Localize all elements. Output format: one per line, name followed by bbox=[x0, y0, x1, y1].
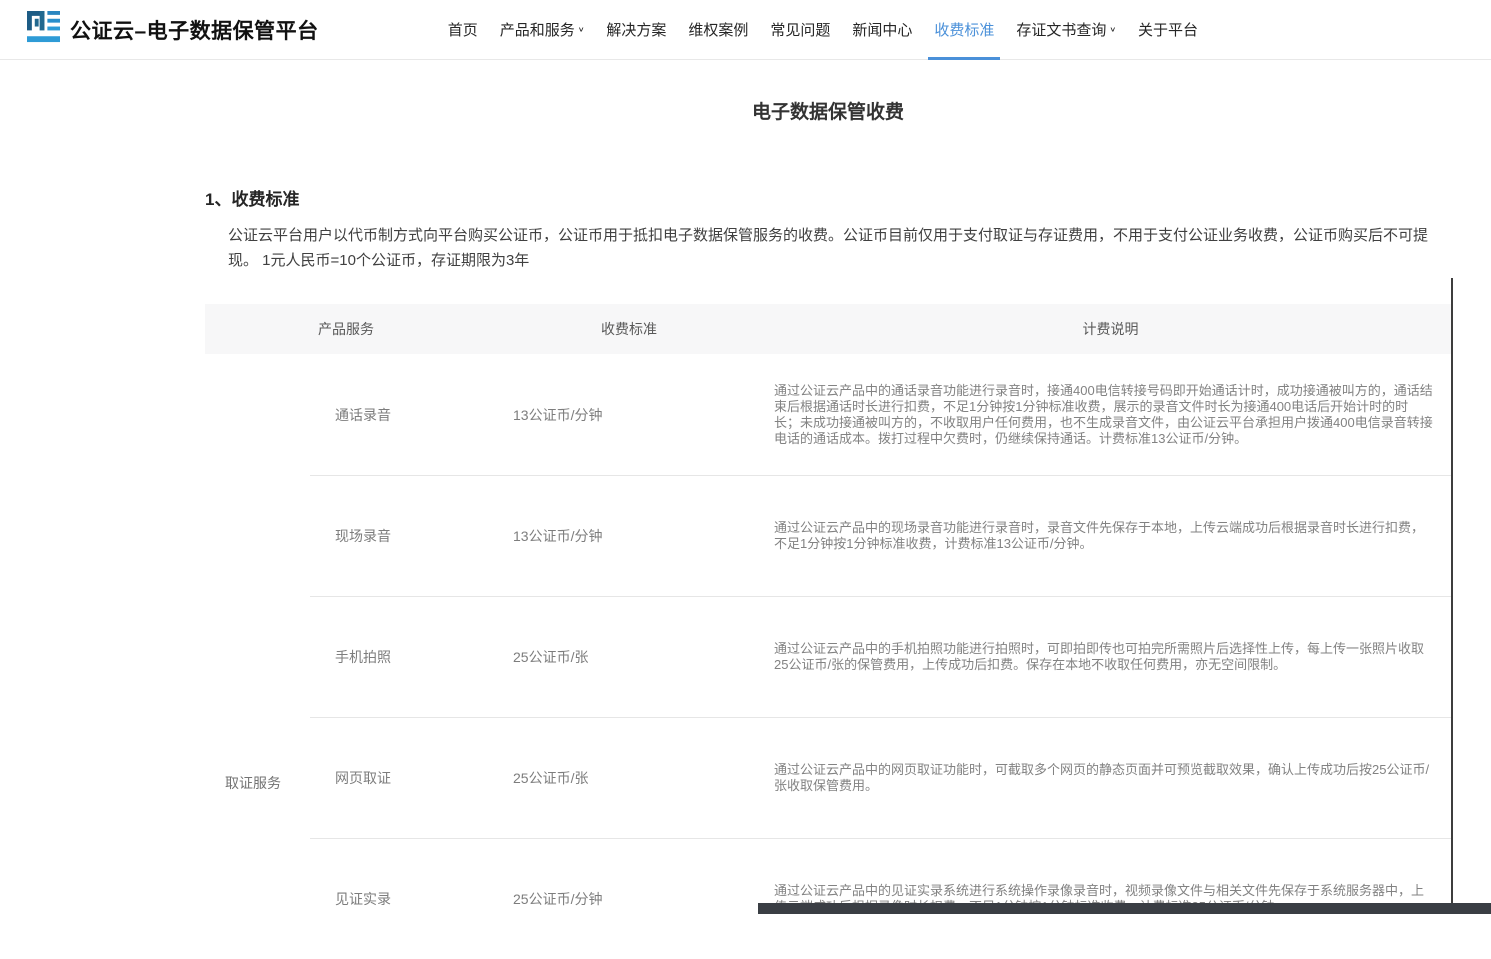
bottom-dark-bar bbox=[758, 903, 1491, 914]
nav-label: 维权案例 bbox=[688, 19, 748, 40]
nav-label: 收费标准 bbox=[934, 19, 994, 40]
product-name: 现场录音 bbox=[310, 526, 488, 546]
price-value: 13公证币/分钟 bbox=[488, 526, 770, 546]
table-right-border-line bbox=[1451, 278, 1453, 914]
brand-title: 公证云–电子数据保管平台 bbox=[70, 15, 319, 45]
nav-item-solutions[interactable]: 解决方案 bbox=[595, 0, 677, 59]
price-value: 25公证币/分钟 bbox=[488, 889, 770, 909]
table-row: 网页取证 25公证币/张 通过公证云产品中的网页取证功能时，可截取多个网页的静态… bbox=[310, 717, 1451, 838]
nav-item-products[interactable]: 产品和服务∨ bbox=[489, 0, 596, 59]
table-rows: 通话录音 13公证币/分钟 通过公证云产品中的通话录音功能进行录音时，接通400… bbox=[310, 354, 1451, 959]
page-title: 电子数据保管收费 bbox=[205, 97, 1451, 124]
column-header-product: 产品服务 bbox=[310, 319, 488, 339]
pricing-table: 产品服务 收费标准 计费说明 取证服务 通话录音 13公证币/分钟 通过公证云产… bbox=[205, 304, 1451, 959]
table-row: 现场录音 13公证币/分钟 通过公证云产品中的现场录音功能进行录音时，录音文件先… bbox=[310, 475, 1451, 596]
nav-item-about[interactable]: 关于平台 bbox=[1127, 0, 1209, 59]
nav-item-certificate-query[interactable]: 存证文书查询∨ bbox=[1005, 0, 1127, 59]
product-name: 手机拍照 bbox=[310, 647, 488, 667]
nav-item-cases[interactable]: 维权案例 bbox=[677, 0, 759, 59]
main-nav: 首页 产品和服务∨ 解决方案 维权案例 常见问题 新闻中心 收费标准 存证文书查… bbox=[437, 0, 1209, 59]
billing-description: 通过公证云产品中的通话录音功能进行录音时，接通400电信转接号码即开始通话计时，… bbox=[770, 371, 1451, 459]
intro-paragraph: 公证云平台用户以代币制方式向平台购买公证币，公证币用于抵扣电子数据保管服务的收费… bbox=[228, 223, 1446, 273]
nav-label: 存证文书查询 bbox=[1016, 19, 1106, 40]
chevron-down-icon: ∨ bbox=[1109, 25, 1116, 33]
nav-item-home[interactable]: 首页 bbox=[437, 0, 489, 59]
table-row: 通话录音 13公证币/分钟 通过公证云产品中的通话录音功能进行录音时，接通400… bbox=[310, 354, 1451, 475]
brand-logo-icon bbox=[27, 11, 60, 49]
chevron-down-icon: ∨ bbox=[578, 25, 585, 33]
category-column: 取证服务 bbox=[205, 354, 310, 959]
product-name: 网页取证 bbox=[310, 768, 488, 788]
nav-label: 首页 bbox=[448, 19, 478, 40]
table-row: 手机拍照 25公证币/张 通过公证云产品中的手机拍照功能进行拍照时，可即拍即传也… bbox=[310, 596, 1451, 717]
site-header: 公证云–电子数据保管平台 首页 产品和服务∨ 解决方案 维权案例 常见问题 新闻… bbox=[0, 0, 1491, 60]
nav-label: 新闻中心 bbox=[852, 19, 912, 40]
brand-logo[interactable]: 公证云–电子数据保管平台 bbox=[27, 11, 319, 49]
billing-description: 通过公证云产品中的手机拍照功能进行拍照时，可即拍即传也可拍完所需照片后选择性上传… bbox=[770, 629, 1451, 685]
billing-description: 通过公证云产品中的现场录音功能进行录音时，录音文件先保存于本地，上传云端成功后根… bbox=[770, 508, 1451, 564]
nav-label: 产品和服务 bbox=[500, 19, 575, 40]
nav-item-news[interactable]: 新闻中心 bbox=[841, 0, 923, 59]
product-name: 见证实录 bbox=[310, 889, 488, 909]
nav-label: 解决方案 bbox=[606, 19, 666, 40]
section-heading: 1、收费标准 bbox=[205, 185, 1451, 210]
price-value: 25公证币/张 bbox=[488, 768, 770, 788]
nav-label: 常见问题 bbox=[770, 19, 830, 40]
column-header-description: 计费说明 bbox=[770, 319, 1451, 339]
category-label: 取证服务 bbox=[225, 773, 281, 793]
table-row: 见证实录 25公证币/分钟 通过公证云产品中的见证实录系统进行系统操作录像录音时… bbox=[310, 838, 1451, 959]
column-header-price: 收费标准 bbox=[488, 319, 770, 339]
nav-label: 关于平台 bbox=[1138, 19, 1198, 40]
table-header-row: 产品服务 收费标准 计费说明 bbox=[205, 304, 1451, 354]
main-content: 电子数据保管收费 1、收费标准 公证云平台用户以代币制方式向平台购买公证币，公证… bbox=[205, 97, 1451, 959]
table-body: 取证服务 通话录音 13公证币/分钟 通过公证云产品中的通话录音功能进行录音时，… bbox=[205, 354, 1451, 959]
nav-item-faq[interactable]: 常见问题 bbox=[759, 0, 841, 59]
billing-description: 通过公证云产品中的见证实录系统进行系统操作录像录音时，视频录像文件与相关文件先保… bbox=[770, 871, 1451, 927]
nav-item-pricing[interactable]: 收费标准 bbox=[923, 0, 1005, 59]
product-name: 通话录音 bbox=[310, 405, 488, 425]
price-value: 25公证币/张 bbox=[488, 647, 770, 667]
price-value: 13公证币/分钟 bbox=[488, 405, 770, 425]
billing-description: 通过公证云产品中的网页取证功能时，可截取多个网页的静态页面并可预览截取效果，确认… bbox=[770, 750, 1451, 806]
